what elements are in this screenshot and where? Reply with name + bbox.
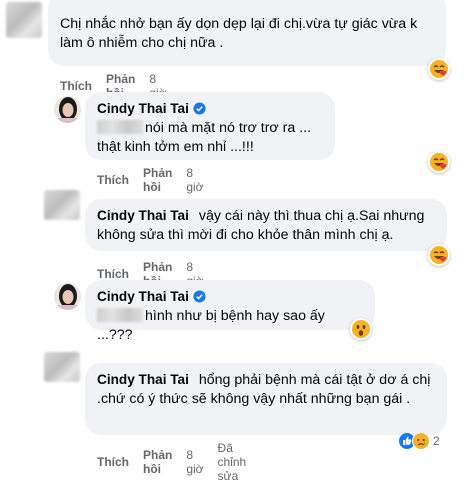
reply-button[interactable]: Phản hồi [143, 166, 172, 194]
comment-bubble: Chị nhắc nhở bạn ấy dọn dẹp lại đi chị.v… [48, 0, 446, 66]
author-name[interactable]: Cindy Thai Tai [97, 287, 206, 306]
comment-actions: Thích Phản hồi 8 giờ [97, 166, 204, 194]
sad-reaction-icon [412, 432, 430, 450]
redacted-mention [97, 308, 143, 322]
redacted-mention [97, 120, 143, 134]
verified-badge-icon [193, 102, 206, 115]
like-button[interactable]: Thích [97, 267, 129, 281]
author-name[interactable]: Cindy Thai Tai [97, 206, 189, 225]
reaction-count: 2 [433, 434, 440, 448]
avatar[interactable] [54, 283, 81, 310]
comment-text: Chị nhắc nhở bạn ấy dọn dẹp lại đi chị.v… [60, 16, 418, 51]
avatar[interactable] [44, 352, 80, 382]
haha-heart-face-icon[interactable] [428, 151, 450, 173]
author-name[interactable]: Cindy Thai Tai [97, 99, 206, 118]
avatar[interactable] [44, 190, 80, 220]
profile-photo-icon [54, 283, 81, 310]
verified-badge-icon [193, 290, 206, 303]
reaction-summary[interactable]: 2 [398, 432, 440, 450]
comment-bubble: Cindy Thai Tai hổng phải bệnh mà cái tật… [85, 363, 447, 435]
wow-face-icon[interactable] [350, 318, 372, 340]
comment-bubble: Cindy Thai Tai nói mà mặt nó trơ trơ ra … [85, 92, 335, 160]
edited-label[interactable]: Đã chỉnh sửa [218, 441, 247, 483]
haha-heart-face-icon[interactable] [428, 244, 450, 266]
comment-bubble: Cindy Thai Tai vậy cái này thì thua chị … [85, 199, 447, 251]
like-button[interactable]: Thích [97, 455, 129, 469]
reply-button[interactable]: Phản hồi [143, 448, 172, 476]
comment-body: nói mà mặt nó trơ trơ ra ... thật kinh t… [97, 119, 323, 157]
haha-heart-face-icon[interactable] [428, 58, 450, 80]
author-name[interactable]: Cindy Thai Tai [97, 370, 189, 389]
like-button[interactable]: Thích [97, 173, 129, 187]
avatar[interactable] [6, 2, 42, 38]
timestamp[interactable]: 8 giờ [186, 166, 203, 194]
comment-actions: Thích Phản hồi 8 giờ Đã chỉnh sửa [97, 441, 246, 483]
profile-photo-icon [54, 96, 81, 123]
comment-body: hình như bị bệnh hay sao ấy ...??? [97, 307, 363, 345]
timestamp[interactable]: 8 giờ [186, 448, 203, 476]
like-button[interactable]: Thích [60, 79, 92, 93]
comment-bubble: Cindy Thai Tai hình như bị bệnh hay sao … [85, 280, 375, 343]
avatar[interactable] [54, 96, 81, 123]
